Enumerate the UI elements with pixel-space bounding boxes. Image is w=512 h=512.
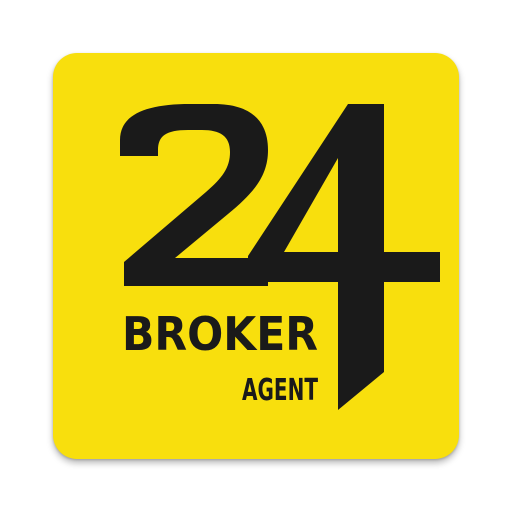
app-icon-canvas: BROKER AGENT [0,0,512,512]
logo-digit-2-shape [120,104,268,286]
brand-word-text: BROKER [122,307,318,361]
logo-digit-4-shape [248,104,440,410]
sub-word-text: AGENT [242,373,318,408]
logo-24-broker-agent: BROKER AGENT [120,104,440,410]
